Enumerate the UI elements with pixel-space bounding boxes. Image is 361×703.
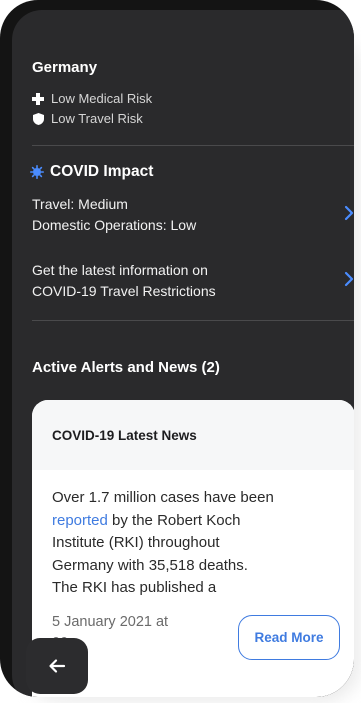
covid-impact-details-link[interactable]: Travel: Medium Domestic Operations: Low bbox=[32, 194, 354, 236]
body-line: reported by the Robert Koch bbox=[52, 510, 342, 533]
section-divider bbox=[32, 145, 354, 146]
travel-impact-text: Travel: Medium bbox=[32, 196, 128, 212]
body-line: Institute (RKI) throughout bbox=[52, 534, 220, 551]
chevron-right-icon bbox=[344, 205, 354, 221]
stage: Germany Low Medical Risk Low Travel Risk bbox=[0, 0, 361, 703]
travel-risk-row: Low Travel Risk bbox=[32, 111, 143, 126]
covid-impact-header: COVID Impact bbox=[30, 163, 153, 181]
news-card-body: Over 1.7 million cases have been reporte… bbox=[52, 487, 342, 600]
reported-link[interactable]: reported bbox=[52, 512, 108, 529]
news-card-title: COVID-19 Latest News bbox=[52, 428, 197, 443]
domestic-operations-text: Domestic Operations: Low bbox=[32, 217, 197, 233]
body-line: Over 1.7 million cases have been bbox=[52, 489, 274, 506]
arrow-left-icon bbox=[49, 659, 66, 673]
restrictions-line-2: COVID-19 Travel Restrictions bbox=[32, 283, 216, 299]
medical-risk-label: Low Medical Risk bbox=[51, 91, 153, 106]
chevron-right-icon bbox=[344, 271, 354, 287]
date-line: 5 January 2021 at bbox=[52, 614, 169, 630]
virus-icon bbox=[30, 165, 44, 179]
travel-risk-label: Low Travel Risk bbox=[51, 111, 143, 126]
shield-icon bbox=[32, 112, 44, 125]
country-name: Germany bbox=[32, 59, 98, 76]
restrictions-line-1: Get the latest information on bbox=[32, 262, 208, 278]
body-line: Germany with 35,518 deaths. bbox=[52, 556, 248, 574]
medical-cross-icon bbox=[32, 92, 44, 105]
body-text: by the Robert Koch bbox=[107, 511, 241, 529]
app-screen: Germany Low Medical Risk Low Travel Risk bbox=[12, 10, 354, 697]
covid-impact-title: COVID Impact bbox=[50, 163, 154, 180]
section-divider bbox=[32, 320, 354, 321]
body-line: The RKI has published a bbox=[52, 579, 217, 596]
medical-risk-row: Low Medical Risk bbox=[32, 91, 152, 106]
travel-restrictions-link[interactable]: Get the latest information on COVID-19 T… bbox=[32, 260, 354, 302]
read-more-button[interactable]: Read More bbox=[238, 615, 340, 660]
alerts-section-title: Active Alerts and News (2) bbox=[32, 359, 220, 376]
phone-frame: Germany Low Medical Risk Low Travel Risk bbox=[0, 0, 354, 697]
back-button[interactable] bbox=[26, 638, 88, 694]
